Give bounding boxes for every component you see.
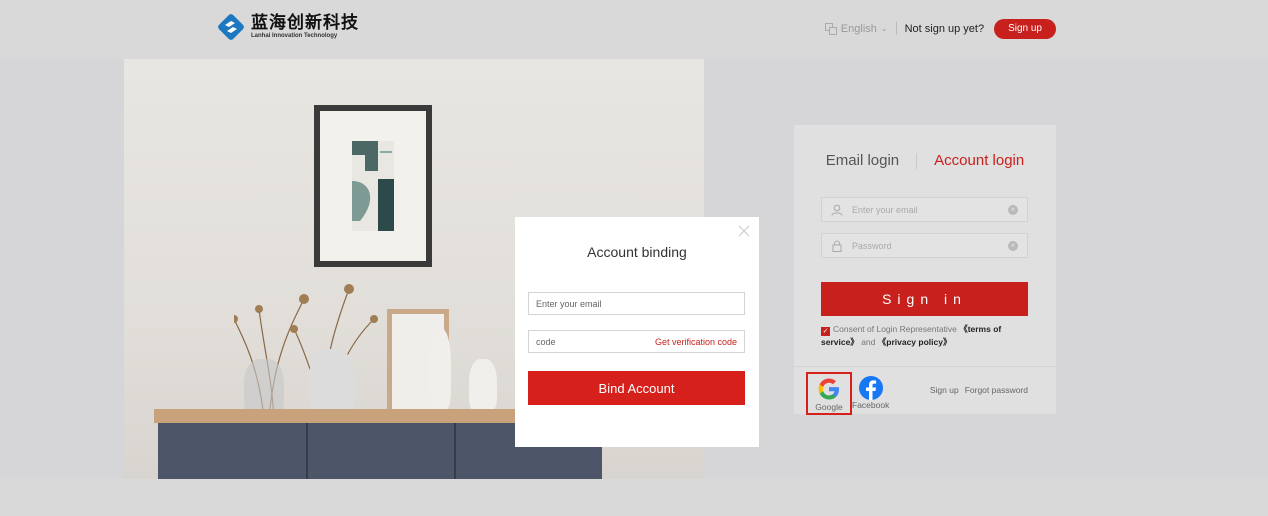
google-login-button[interactable]: Google bbox=[806, 372, 852, 415]
facebook-login-button[interactable]: Facebook bbox=[852, 372, 889, 410]
language-selector[interactable]: English ⌄ bbox=[824, 22, 888, 35]
privacy-link[interactable]: 《privacy policy》 bbox=[878, 337, 952, 347]
wall-picture bbox=[320, 111, 426, 261]
header-divider bbox=[895, 22, 897, 35]
clear-email-icon[interactable]: × bbox=[1008, 205, 1018, 215]
dialog-email-field[interactable] bbox=[528, 292, 745, 315]
chevron-down-icon: ⌄ bbox=[880, 24, 888, 33]
login-panel: Email login Account login × × Sign in ✓C… bbox=[794, 125, 1056, 415]
brand-logo[interactable]: 蓝海创新科技 Lanhai Innovation Technology bbox=[216, 12, 359, 42]
abstract-art-icon bbox=[352, 141, 394, 231]
clear-password-icon[interactable]: × bbox=[1008, 241, 1018, 251]
signup-link[interactable]: Sign up bbox=[930, 385, 959, 395]
login-password-field[interactable]: × bbox=[821, 233, 1028, 258]
dialog-title: Account binding bbox=[587, 244, 687, 260]
tab-divider bbox=[916, 152, 918, 169]
round-white-vase bbox=[469, 359, 497, 414]
facebook-label: Facebook bbox=[852, 400, 890, 410]
login-bottom-links: Sign up Forgot password bbox=[930, 385, 1028, 395]
wall-picture-frame bbox=[314, 105, 432, 267]
tab-email-login[interactable]: Email login bbox=[826, 152, 899, 169]
language-label: English bbox=[840, 22, 877, 35]
google-label: Google bbox=[815, 402, 843, 412]
close-icon[interactable] bbox=[738, 225, 750, 237]
lock-icon bbox=[832, 240, 842, 252]
tall-white-vase bbox=[429, 329, 451, 414]
logo-mark-icon bbox=[218, 14, 244, 40]
logo-text: 蓝海创新科技 Lanhai Innovation Technology bbox=[251, 14, 359, 40]
get-verification-code-link[interactable]: Get verification code bbox=[655, 337, 737, 347]
sideboard-door-line bbox=[454, 423, 456, 479]
dialog-email-input[interactable] bbox=[536, 298, 737, 309]
facebook-icon bbox=[858, 376, 883, 400]
google-icon bbox=[818, 378, 839, 400]
user-icon bbox=[831, 204, 843, 216]
bind-account-button[interactable]: Bind Account bbox=[528, 371, 745, 405]
login-email-input[interactable] bbox=[852, 204, 992, 215]
consent-checkbox[interactable]: ✓ bbox=[821, 327, 830, 336]
login-email-field[interactable]: × bbox=[821, 197, 1028, 222]
consent-and: and bbox=[861, 337, 876, 347]
sideboard-door-line bbox=[306, 423, 308, 479]
consent-row: ✓ Consent of Login Representative 《terms … bbox=[821, 323, 1031, 348]
sign-in-button[interactable]: Sign in bbox=[821, 282, 1028, 316]
top-header: 蓝海创新科技 Lanhai Innovation Technology Engl… bbox=[0, 0, 1268, 59]
consent-text: Consent of Login Representative bbox=[833, 324, 957, 334]
page-bottom-band bbox=[0, 479, 1268, 516]
logo-chinese-name: 蓝海创新科技 bbox=[251, 13, 359, 33]
social-divider bbox=[794, 366, 1056, 367]
logo-english-name: Lanhai Innovation Technology bbox=[251, 33, 338, 39]
account-binding-dialog: Account binding Get verification code Bi… bbox=[515, 217, 759, 447]
forgot-password-link[interactable]: Forgot password bbox=[965, 385, 1028, 395]
not-signed-up-text: Not sign up yet? bbox=[904, 22, 985, 35]
tab-account-login[interactable]: Account login bbox=[934, 152, 1024, 169]
verification-code-input[interactable] bbox=[536, 336, 655, 347]
header-actions: English ⌄ Not sign up yet? Sign up bbox=[824, 18, 1056, 39]
translate-icon bbox=[824, 22, 837, 35]
login-tabs: Email login Account login bbox=[794, 152, 1056, 169]
header-signup-button[interactable]: Sign up bbox=[994, 18, 1056, 39]
login-password-input[interactable] bbox=[852, 240, 992, 251]
dialog-code-field[interactable]: Get verification code bbox=[528, 330, 745, 353]
